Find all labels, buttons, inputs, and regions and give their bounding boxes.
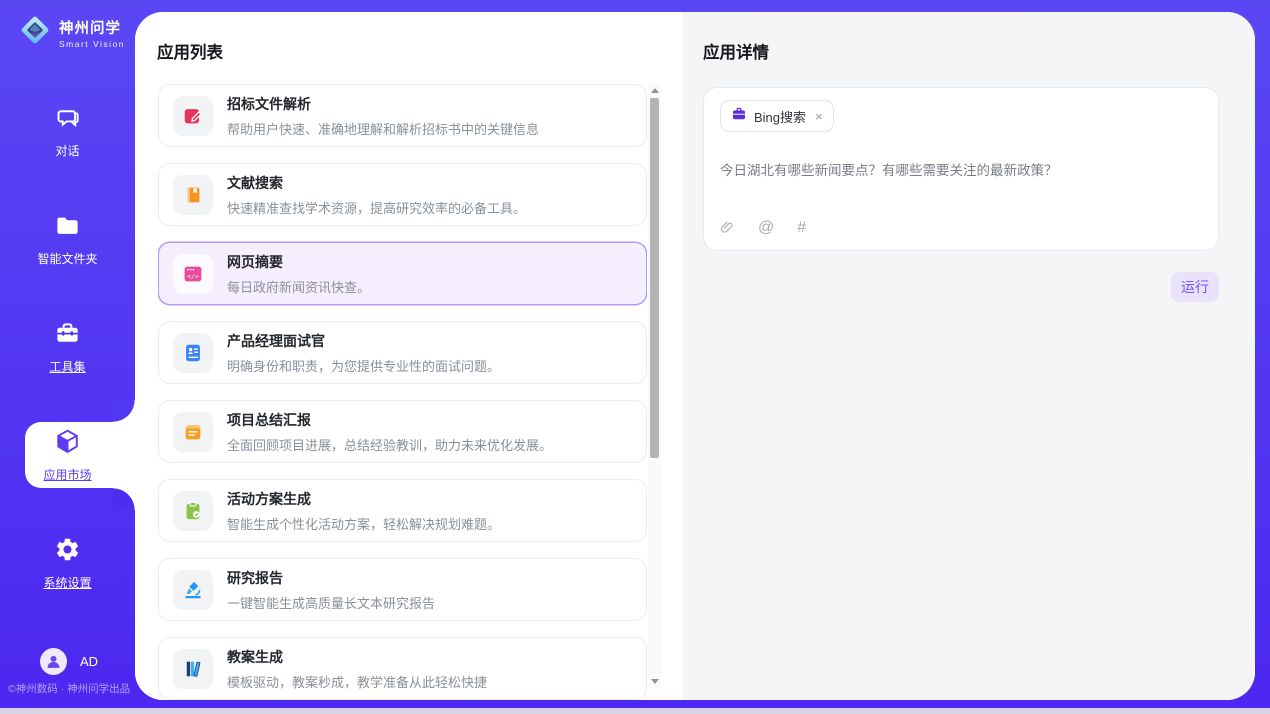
sidebar-item-label: 工具集 — [49, 358, 85, 375]
app-card-description: 智能生成个性化活动方案，轻松解决规划难题。 — [227, 514, 500, 533]
app-list-panel: 应用列表 招标文件解析 帮助用户快速、准确地理解和解析招标书中的关键信息 文献搜… — [135, 12, 683, 700]
app-card-description: 帮助用户快速、准确地理解和解析招标书中的关键信息 — [227, 119, 539, 138]
svg-text:</>: </> — [187, 272, 199, 280]
book-icon — [173, 175, 213, 215]
brand-subtitle: Smart Vision — [59, 39, 125, 49]
app-card-title: 教案生成 — [227, 647, 487, 667]
copyright-footer: ©神州数码 · 神州问学出品 — [8, 681, 130, 696]
app-detail-panel: 应用详情 Bing搜索 × 今日湖北有哪些新闻要点？有哪些需要关注的最新政策？ … — [683, 12, 1255, 700]
app-card-description: 每日政府新闻资讯快查。 — [227, 277, 370, 296]
app-detail-title: 应用详情 — [703, 39, 1219, 63]
app-card[interactable]: 教案生成 模板驱动，教案秒成，教学准备从此轻松快捷 — [158, 637, 647, 700]
user-initials: AD — [80, 654, 98, 669]
sidebar-item-label: 对话 — [55, 142, 79, 159]
app-card[interactable]: 文献搜索 快速精准查找学术资源，提高研究效率的必备工具。 — [158, 163, 647, 226]
document-pen-icon — [173, 96, 213, 136]
microscope-icon — [173, 570, 213, 610]
chip-close-icon[interactable]: × — [815, 110, 823, 123]
scrollbar-thumb[interactable] — [650, 98, 659, 458]
app-card[interactable]: 招标文件解析 帮助用户快速、准确地理解和解析招标书中的关键信息 — [158, 84, 647, 147]
app-card-description: 快速精准查找学术资源，提高研究效率的必备工具。 — [227, 198, 526, 217]
sidebar-item-label: 系统设置 — [43, 574, 91, 591]
app-card[interactable]: 产品经理面试官 明确身份和职责，为您提供专业性的面试问题。 — [158, 321, 647, 384]
app-card-title: 项目总结汇报 — [227, 410, 552, 430]
sidebar-item-app-market[interactable]: 应用市场 — [0, 428, 135, 484]
sidebar: 神州问学 Smart Vision 对话智能文件夹工具集应用市场系统设置 AD … — [0, 0, 135, 708]
user-area[interactable]: AD — [40, 648, 98, 675]
toolbox-icon — [54, 320, 81, 352]
sidebar-item-chat[interactable]: 对话 — [0, 104, 135, 160]
tool-chip-label: Bing搜索 — [754, 107, 806, 126]
gear-icon — [54, 536, 81, 568]
prompt-text[interactable]: 今日湖北有哪些新闻要点？有哪些需要关注的最新政策？ — [720, 159, 1202, 179]
app-card-title: 网页摘要 — [227, 252, 370, 272]
prompt-input-card[interactable]: Bing搜索 × 今日湖北有哪些新闻要点？有哪些需要关注的最新政策？ @# — [703, 87, 1219, 251]
composer-toolbar: @# — [720, 219, 1202, 236]
attachment-icon[interactable] — [720, 219, 735, 236]
app-card[interactable]: 研究报告 一键智能生成高质量长文本研究报告 — [158, 558, 647, 621]
app-card-list: 招标文件解析 帮助用户快速、准确地理解和解析招标书中的关键信息 文献搜索 快速精… — [158, 84, 647, 700]
sidebar-item-label: 应用市场 — [43, 466, 91, 483]
app-card-title: 活动方案生成 — [227, 489, 500, 509]
briefcase-icon — [731, 106, 747, 127]
sidebar-item-settings[interactable]: 系统设置 — [0, 536, 135, 592]
bottom-strip — [0, 708, 1270, 714]
cube-icon — [54, 428, 81, 460]
app-card-title: 文献搜索 — [227, 173, 526, 193]
brand-name: 神州问学 — [59, 17, 125, 38]
app-card[interactable]: 活动方案生成 智能生成个性化活动方案，轻松解决规划难题。 — [158, 479, 647, 542]
app-card-description: 模板驱动，教案秒成，教学准备从此轻松快捷 — [227, 672, 487, 691]
mention-icon[interactable]: @ — [758, 220, 774, 236]
plan-check-icon — [173, 491, 213, 531]
run-button[interactable]: 运行 — [1171, 272, 1219, 302]
app-card[interactable]: 项目总结汇报 全面回顾项目进展，总结经验教训，助力未来优化发展。 — [158, 400, 647, 463]
topic-icon[interactable]: # — [797, 220, 806, 236]
books-icon — [173, 649, 213, 689]
scroll-down-button[interactable] — [648, 675, 661, 688]
app-card-title: 研究报告 — [227, 568, 435, 588]
app-card-description: 全面回顾项目进展，总结经验教训，助力未来优化发展。 — [227, 435, 552, 454]
scroll-up-button[interactable] — [648, 84, 661, 97]
chat-icon — [54, 104, 81, 136]
app-card-title: 招标文件解析 — [227, 94, 539, 114]
app-card-description: 明确身份和职责，为您提供专业性的面试问题。 — [227, 356, 500, 375]
brand: 神州问学 Smart Vision — [18, 13, 125, 52]
app-card-description: 一键智能生成高质量长文本研究报告 — [227, 593, 435, 612]
folder-icon — [54, 212, 81, 244]
scrollbar[interactable] — [648, 84, 661, 688]
sidebar-item-tools[interactable]: 工具集 — [0, 320, 135, 376]
brand-logo-icon — [18, 13, 52, 52]
interview-doc-icon — [173, 333, 213, 373]
web-page-icon: </> — [173, 254, 213, 294]
summary-note-icon — [173, 412, 213, 452]
sidebar-item-folders[interactable]: 智能文件夹 — [0, 212, 135, 268]
tool-chip-bing-search[interactable]: Bing搜索 × — [720, 100, 834, 132]
app-card[interactable]: </> 网页摘要 每日政府新闻资讯快查。 — [158, 242, 647, 305]
sidebar-item-label: 智能文件夹 — [37, 250, 97, 267]
app-card-title: 产品经理面试官 — [227, 331, 500, 351]
sidebar-nav: 对话智能文件夹工具集应用市场系统设置 — [0, 104, 135, 592]
avatar[interactable] — [40, 648, 67, 675]
main-content: 应用列表 招标文件解析 帮助用户快速、准确地理解和解析招标书中的关键信息 文献搜… — [135, 12, 1255, 700]
app-list-title: 应用列表 — [157, 39, 223, 63]
